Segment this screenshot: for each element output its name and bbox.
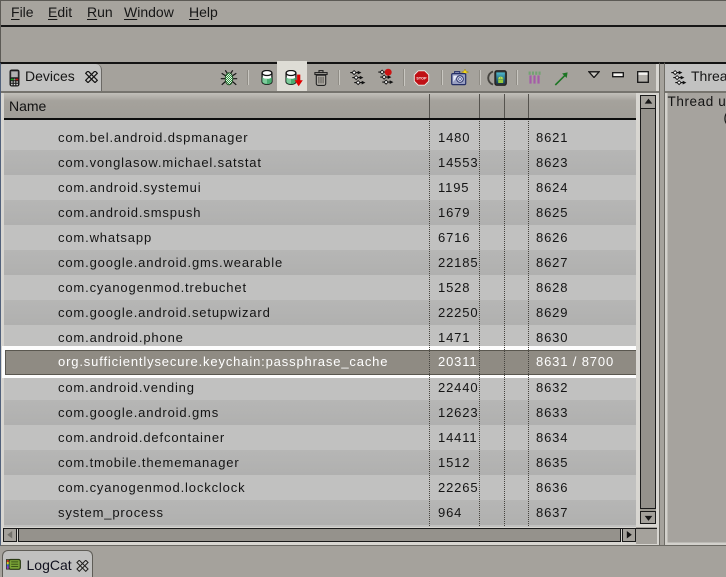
svg-text:STOP: STOP xyxy=(416,76,427,80)
